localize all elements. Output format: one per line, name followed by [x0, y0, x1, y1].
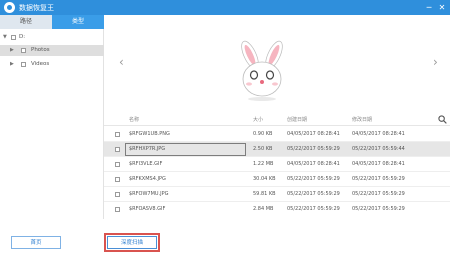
row-checkbox[interactable]	[115, 177, 120, 182]
view-tabs: 路径 类型	[0, 15, 104, 29]
table-row[interactable]: $RFI3VLE.GIF 1.22 MB 04/05/2017 08:28:41…	[104, 157, 450, 172]
title-bar: 数据恢复王 ─ ✕	[0, 0, 450, 15]
file-table: 名称 大小 创建日期 修改日期 $RFGW1UB.PNG 0.90 KB 04/…	[104, 112, 450, 216]
file-size: 0.90 KB	[253, 131, 273, 137]
row-checkbox[interactable]	[115, 162, 120, 167]
column-header-size[interactable]: 大小	[253, 116, 263, 123]
prev-arrow-icon[interactable]: ‹	[119, 55, 124, 69]
tree-root[interactable]: ▼ D:	[0, 32, 104, 43]
home-button[interactable]: 首页	[11, 236, 61, 249]
table-row[interactable]: $RFOASV8.GIF 2.84 MB 05/22/2017 05:59:29…	[104, 202, 450, 216]
file-created: 04/05/2017 08:28:41	[287, 131, 340, 137]
file-name: $RFI3VLE.GIF	[129, 161, 163, 167]
row-checkbox[interactable]	[115, 132, 120, 137]
file-name: $RFOASV8.GIF	[129, 206, 166, 212]
bunny-mascot-icon	[241, 40, 283, 101]
table-row[interactable]: $RFKXMS4.JPG 30.04 KB 05/22/2017 05:59:2…	[104, 172, 450, 187]
file-size: 30.04 KB	[253, 176, 276, 182]
table-header: 名称 大小 创建日期 修改日期	[104, 112, 450, 126]
file-modified: 05/22/2017 05:59:29	[352, 176, 405, 182]
row-checkbox[interactable]	[115, 207, 120, 212]
app-title: 数据恢复王	[19, 4, 54, 12]
file-name: $RFGW1UB.PNG	[129, 131, 170, 137]
tree-item-checkbox[interactable]	[21, 62, 26, 67]
tree-item-videos[interactable]: ▶ Videos	[0, 59, 104, 70]
app-logo-icon	[4, 2, 15, 13]
file-size: 59.81 KB	[253, 191, 276, 197]
expand-caret-icon[interactable]: ▶	[10, 59, 14, 70]
row-checkbox[interactable]	[115, 147, 120, 152]
table-row[interactable]: $RFOW7MU.JPG 59.81 KB 05/22/2017 05:59:2…	[104, 187, 450, 202]
file-size: 2.50 KB	[253, 146, 273, 152]
tree-item-checkbox[interactable]	[21, 48, 26, 53]
minimize-button[interactable]: ─	[424, 2, 434, 13]
file-modified: 05/22/2017 05:59:29	[352, 206, 405, 212]
row-checkbox[interactable]	[115, 192, 120, 197]
tab-type[interactable]: 类型	[52, 15, 104, 29]
deep-scan-button[interactable]: 深度扫描	[104, 233, 160, 252]
file-modified: 04/05/2017 08:28:41	[352, 131, 405, 137]
preview-panel: ‹ ›	[104, 15, 450, 112]
tree-root-label: D:	[19, 34, 26, 40]
file-modified: 04/05/2017 08:28:41	[352, 161, 405, 167]
column-header-name[interactable]: 名称	[129, 116, 139, 123]
table-row-selected[interactable]: $RFHXP7R.JPG 2.50 KB 05/22/2017 05:59:29…	[104, 142, 450, 157]
file-created: 05/22/2017 05:59:29	[287, 191, 340, 197]
tree-item-label: Videos	[31, 61, 50, 67]
file-created: 05/22/2017 05:59:29	[287, 176, 340, 182]
file-size: 2.84 MB	[253, 206, 274, 212]
file-created: 05/22/2017 05:59:29	[287, 206, 340, 212]
file-size: 1.22 MB	[253, 161, 274, 167]
next-arrow-icon[interactable]: ›	[433, 55, 438, 69]
column-header-created[interactable]: 创建日期	[287, 116, 307, 123]
close-button[interactable]: ✕	[437, 2, 447, 13]
tree-item-label: Photos	[31, 47, 50, 53]
footer-bar: 首页 深度扫描	[0, 219, 450, 258]
file-modified: 05/22/2017 05:59:44	[352, 146, 405, 152]
tab-path[interactable]: 路径	[0, 15, 52, 29]
folder-tree: ▼ D: ▶ Photos ▶ Videos	[0, 29, 104, 219]
file-created: 04/05/2017 08:28:41	[287, 161, 340, 167]
tree-root-checkbox[interactable]	[11, 35, 16, 40]
file-modified: 05/22/2017 05:59:29	[352, 191, 405, 197]
file-created: 05/22/2017 05:59:29	[287, 146, 340, 152]
file-name: $RFKXMS4.JPG	[129, 176, 166, 182]
file-name: $RFHXP7R.JPG	[129, 146, 166, 152]
search-icon[interactable]	[438, 115, 447, 124]
file-name: $RFOW7MU.JPG	[129, 191, 169, 197]
expand-caret-icon[interactable]: ▶	[10, 45, 14, 56]
collapse-caret-icon[interactable]: ▼	[3, 32, 7, 43]
table-row[interactable]: $RFGW1UB.PNG 0.90 KB 04/05/2017 08:28:41…	[104, 127, 450, 142]
tree-item-photos[interactable]: ▶ Photos	[0, 45, 104, 56]
column-header-modified[interactable]: 修改日期	[352, 116, 372, 123]
